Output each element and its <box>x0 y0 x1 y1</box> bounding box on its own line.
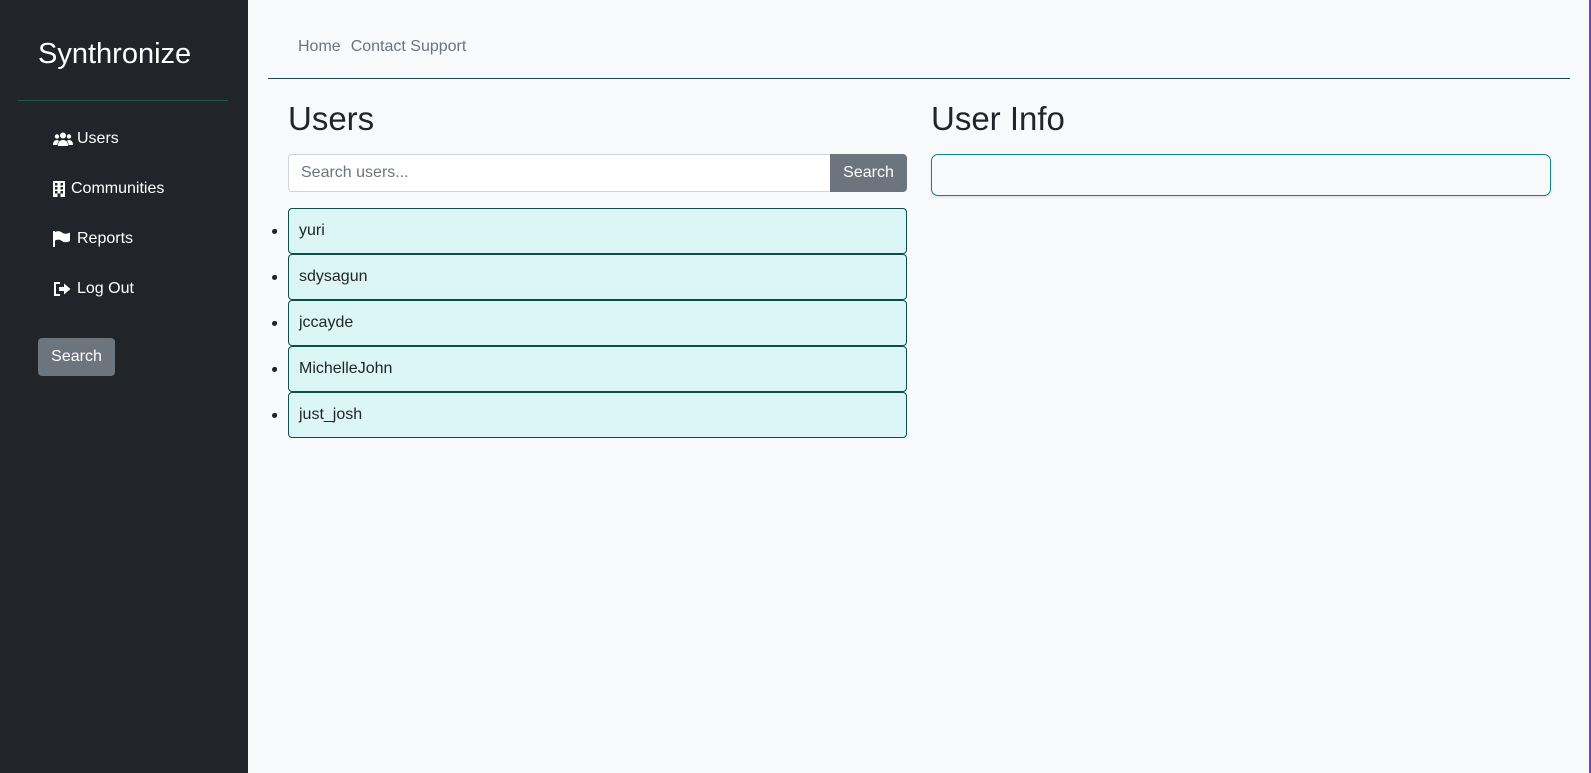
users-icon <box>53 131 73 147</box>
flag-icon <box>53 231 73 247</box>
sidebar-nav: Users Communities Reports Log Out <box>53 128 164 328</box>
users-title: Users <box>288 100 375 137</box>
sidebar-search-button[interactable]: Search <box>38 338 115 376</box>
sidebar-item-users[interactable]: Users <box>53 128 164 150</box>
top-nav: Home Contact Support <box>298 38 466 56</box>
list-item[interactable]: sdysagun <box>272 254 907 300</box>
user-info-panel <box>931 154 1551 196</box>
user-search-group: Search <box>288 154 907 192</box>
sidebar-item-label: Communities <box>71 180 165 197</box>
list-item[interactable]: jccayde <box>272 300 907 346</box>
sign-out-icon <box>53 281 73 297</box>
user-search-input[interactable] <box>288 154 830 192</box>
sidebar-item-logout[interactable]: Log Out <box>53 278 164 300</box>
sidebar-item-label: Log Out <box>77 280 134 297</box>
list-item[interactable]: just_josh <box>272 392 907 438</box>
nav-link-contact-support[interactable]: Contact Support <box>351 38 467 56</box>
list-item[interactable]: MichelleJohn <box>272 346 907 392</box>
user-search-button[interactable]: Search <box>830 154 907 192</box>
list-item[interactable]: yuri <box>272 208 907 254</box>
sidebar-divider <box>18 100 228 101</box>
sidebar-item-label: Reports <box>77 230 134 247</box>
sidebar-item-communities[interactable]: Communities <box>53 178 164 200</box>
nav-link-home[interactable]: Home <box>298 38 341 56</box>
user-list: yuri sdysagun jccayde MichelleJohn just_… <box>272 208 907 438</box>
brand-title[interactable]: Synthronize <box>38 38 191 71</box>
sidebar: Synthronize Users Communities Reports Lo… <box>0 0 248 773</box>
sidebar-item-label: Users <box>77 130 119 147</box>
user-info-title: User Info <box>931 100 1065 137</box>
app-root: Synthronize Users Communities Reports Lo… <box>0 0 1591 773</box>
top-nav-divider <box>268 78 1570 79</box>
building-icon <box>53 181 67 197</box>
sidebar-item-reports[interactable]: Reports <box>53 228 164 250</box>
